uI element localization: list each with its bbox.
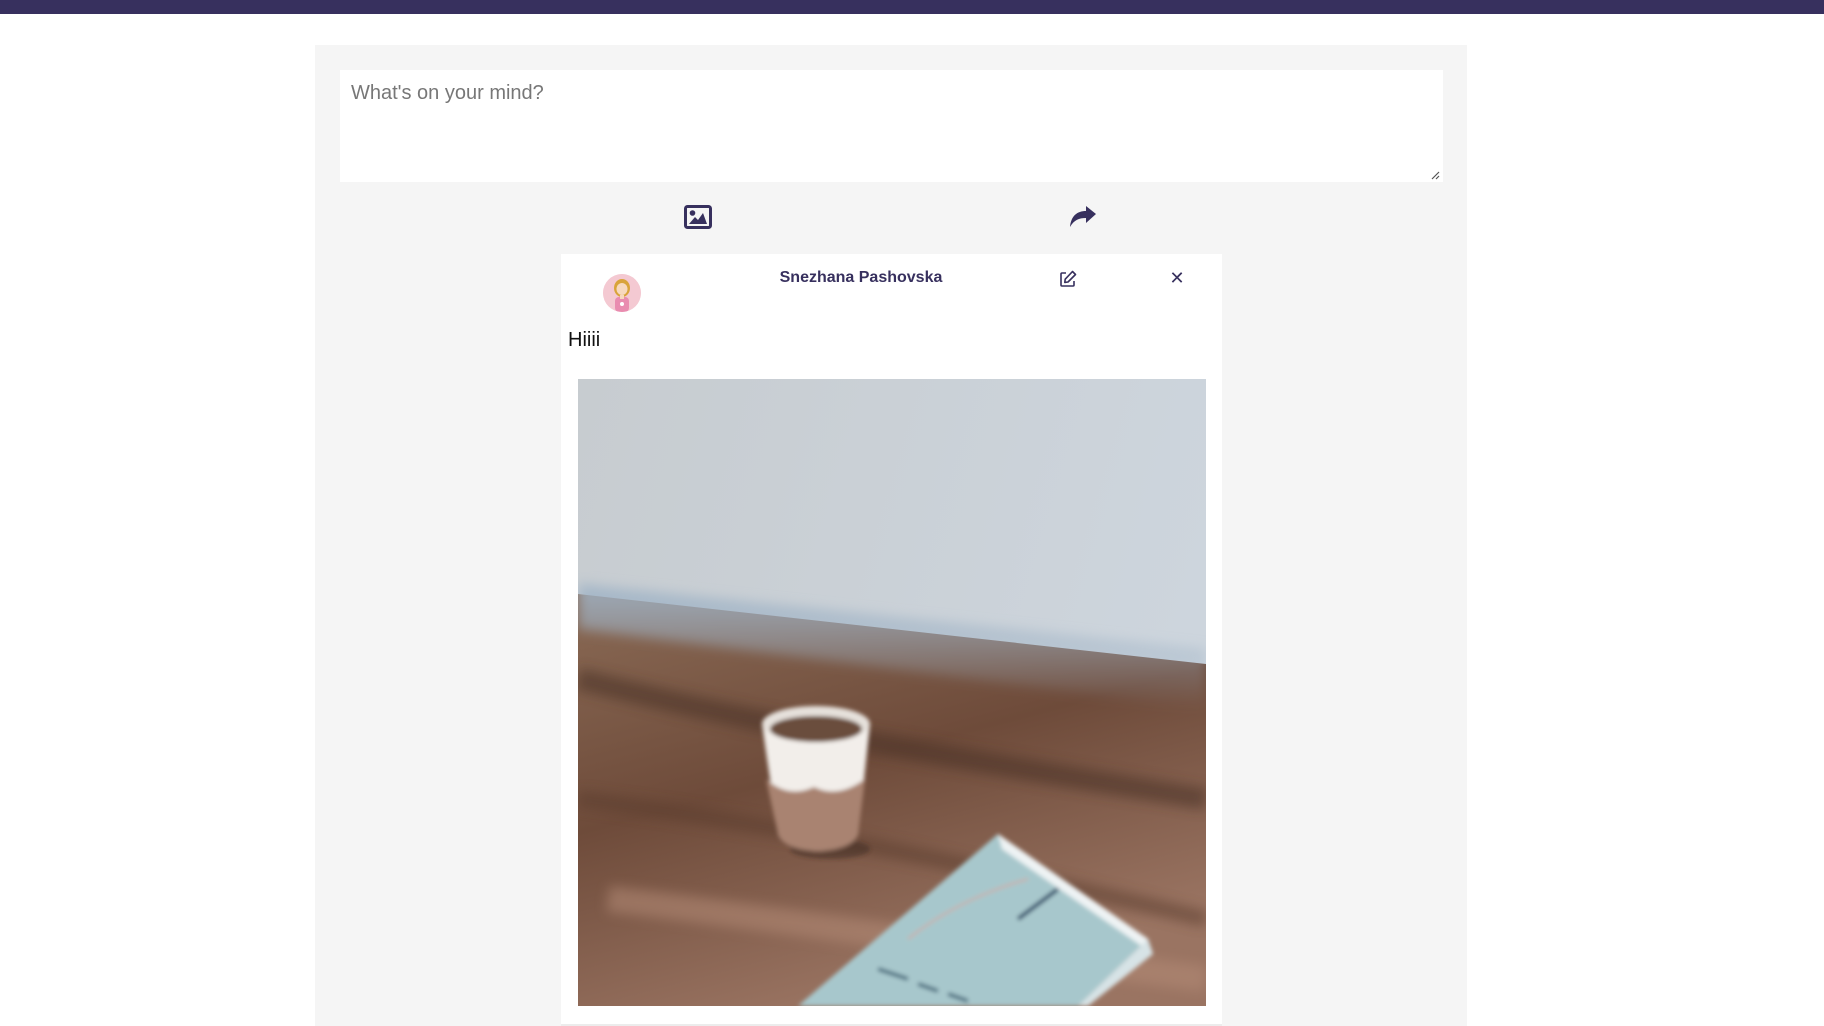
post-photo[interactable] [578,379,1206,1006]
image-icon [684,205,712,229]
avatar[interactable] [603,274,641,312]
feed-panel: Snezhana Pashovska ✕ Hiiii [315,45,1467,1026]
post-card: Snezhana Pashovska ✕ Hiiii [561,254,1222,1026]
resize-handle-icon[interactable] [1430,170,1440,180]
top-nav-bar [0,0,1824,14]
post-composer-input[interactable] [340,70,1443,182]
post-text: Hiiii [568,329,601,351]
edit-icon [1060,270,1077,287]
add-image-button[interactable] [680,199,716,235]
close-icon: ✕ [1169,267,1185,288]
share-icon [1070,206,1096,227]
post-photo-image [578,379,1206,1006]
post-author-name[interactable]: Snezhana Pashovska [761,269,961,287]
user-avatar-illustration [603,274,641,312]
share-post-button[interactable] [1065,199,1101,235]
edit-post-button[interactable] [1057,268,1079,290]
delete-post-button[interactable]: ✕ [1165,266,1189,290]
